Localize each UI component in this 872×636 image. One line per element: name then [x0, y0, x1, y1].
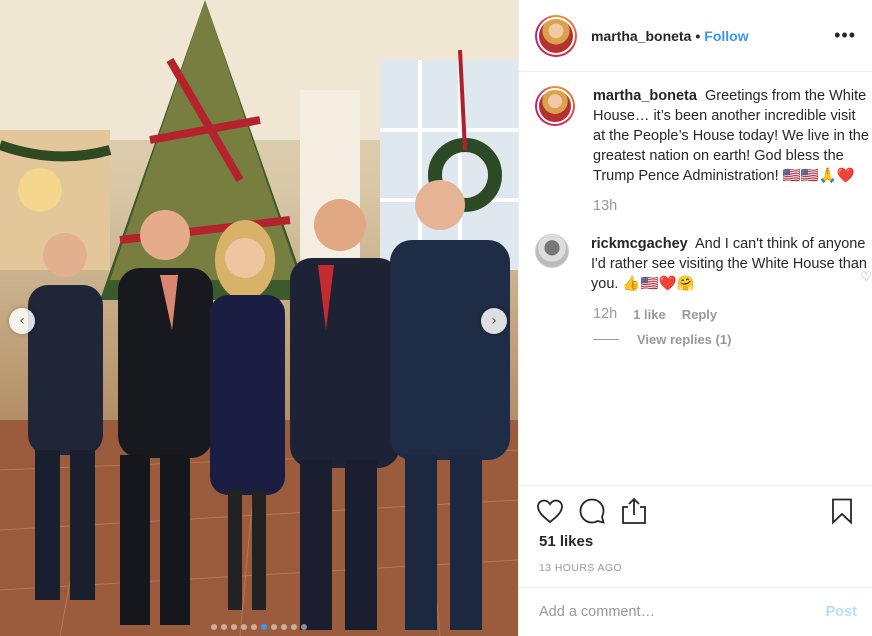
comment-reply-button[interactable]: Reply: [682, 307, 717, 322]
view-replies-label: View replies (1): [637, 332, 732, 347]
carousel-dot: [241, 624, 247, 630]
carousel-dot: [281, 624, 287, 630]
post-comment-button[interactable]: Post: [826, 604, 857, 620]
caption-avatar[interactable]: [535, 86, 575, 126]
comment-icon[interactable]: [577, 496, 607, 526]
add-comment-input[interactable]: [539, 604, 826, 620]
author-username[interactable]: martha_boneta: [591, 28, 691, 44]
comment-username[interactable]: rickmcgachey: [591, 236, 688, 252]
share-icon[interactable]: [619, 496, 649, 526]
next-photo-button[interactable]: ›: [481, 308, 507, 334]
caption-time[interactable]: 13h: [593, 198, 872, 214]
carousel-dot: [261, 624, 267, 630]
comment-meta: 12h 1 like Reply: [593, 306, 872, 322]
instagram-post-modal: ‹ › martha_boneta • Follow ••• martha_bo…: [0, 0, 872, 636]
carousel-dot: [301, 624, 307, 630]
caption-username[interactable]: martha_boneta: [593, 88, 697, 104]
carousel-dot: [271, 624, 277, 630]
comments-list[interactable]: martha_boneta Greetings from the White H…: [519, 72, 872, 484]
post-timestamp[interactable]: 13 HOURS AGO: [539, 562, 622, 574]
carousel-dot: [221, 624, 227, 630]
post-photo[interactable]: ‹ ›: [0, 0, 518, 636]
more-options-icon[interactable]: •••: [834, 25, 856, 46]
carousel-dot: [231, 624, 237, 630]
photo-scene: [0, 0, 518, 636]
carousel-dot: [251, 624, 257, 630]
previous-photo-button[interactable]: ‹: [9, 308, 35, 334]
comment-time[interactable]: 12h: [593, 306, 617, 322]
caption-text-block: martha_boneta Greetings from the White H…: [593, 86, 871, 186]
commenter-avatar[interactable]: [535, 234, 569, 268]
add-comment-bar: Post: [519, 587, 872, 636]
post-side-panel: martha_boneta • Follow ••• martha_boneta…: [518, 0, 872, 636]
carousel-dot: [291, 624, 297, 630]
chevron-left-icon: ‹: [19, 313, 25, 329]
replies-divider: [593, 339, 619, 340]
follow-button[interactable]: Follow: [704, 28, 748, 44]
view-replies-button[interactable]: View replies (1): [593, 332, 872, 347]
heart-icon[interactable]: [535, 496, 565, 526]
caption-row: martha_boneta Greetings from the White H…: [535, 86, 872, 186]
chevron-right-icon: ›: [491, 313, 497, 329]
comment-likes[interactable]: 1 like: [633, 307, 666, 322]
comment-like-heart-icon[interactable]: ♡: [860, 270, 872, 285]
carousel-indicator: [0, 624, 518, 630]
post-header: martha_boneta • Follow •••: [519, 0, 872, 72]
likes-count[interactable]: 51 likes: [539, 533, 593, 550]
comment-row: rickmcgachey And I can't think of anyone…: [535, 234, 872, 294]
carousel-dot: [211, 624, 217, 630]
bookmark-icon[interactable]: [827, 496, 857, 526]
header-separator: •: [695, 27, 701, 44]
comment-text-block: rickmcgachey And I can't think of anyone…: [591, 234, 869, 294]
author-avatar[interactable]: [535, 14, 577, 57]
